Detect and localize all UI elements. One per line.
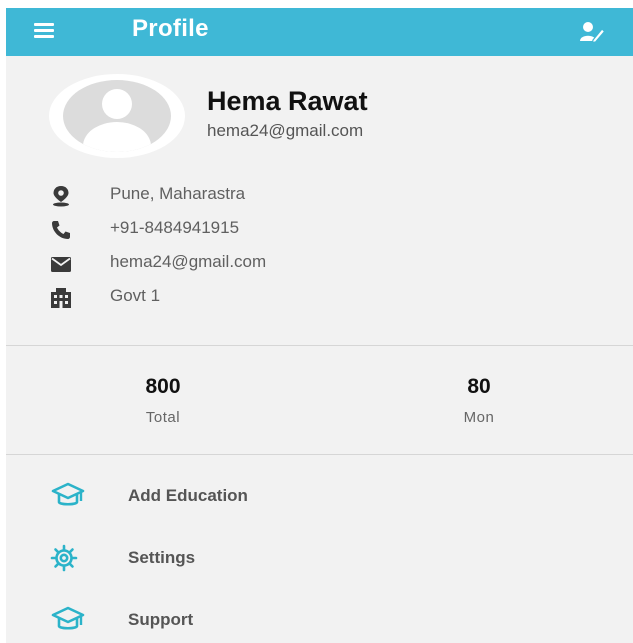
support-item[interactable]: Support [50,604,610,643]
organization-text: Govt 1 [110,286,161,305]
graduation-cap-icon [50,482,86,510]
stat-mon: 80 Mon [419,375,539,426]
profile-name: Hema Rawat [207,86,368,116]
stat-total: 800 Total [103,375,223,426]
edit-profile-icon[interactable] [579,20,606,44]
contact-info-list: Pune, Maharastra +91-8484941915 hema24@g… [50,182,590,318]
building-icon [50,287,72,309]
organization-row: Govt 1 [50,284,590,318]
divider [6,454,633,455]
settings-item[interactable]: Settings [50,542,610,604]
add-education-item[interactable]: Add Education [50,480,610,542]
location-pin-icon [50,185,72,207]
divider [6,345,633,346]
page-title: Profile [132,15,209,42]
profile-menu: Add Education Settings Support [50,480,610,643]
add-education-label: Add Education [128,486,248,505]
email-text: hema24@gmail.com [110,252,267,271]
stat-mon-label: Mon [463,409,495,426]
gear-icon [50,544,86,572]
profile-header: Hema Rawat hema24@gmail.com [49,74,609,158]
graduation-cap-icon [50,606,86,634]
phone-text: +91-8484941915 [110,218,240,237]
profile-screen: Profile Hema Rawat hema24@gmail.com Pune… [6,8,633,643]
profile-email: hema24@gmail.com [207,121,364,140]
location-row: Pune, Maharastra [50,182,590,216]
stat-total-label: Total [145,409,181,426]
location-text: Pune, Maharastra [110,184,246,203]
support-label: Support [128,610,194,629]
phone-icon [50,219,72,241]
mail-icon [50,253,72,275]
phone-row: +91-8484941915 [50,216,590,250]
default-avatar-icon [63,80,171,152]
app-bar: Profile [6,8,633,56]
avatar[interactable] [49,74,185,158]
stat-mon-value: 80 [467,375,491,398]
hamburger-menu-icon[interactable] [34,23,54,39]
settings-label: Settings [128,548,196,567]
stat-total-value: 800 [145,375,181,398]
email-row: hema24@gmail.com [50,250,590,284]
